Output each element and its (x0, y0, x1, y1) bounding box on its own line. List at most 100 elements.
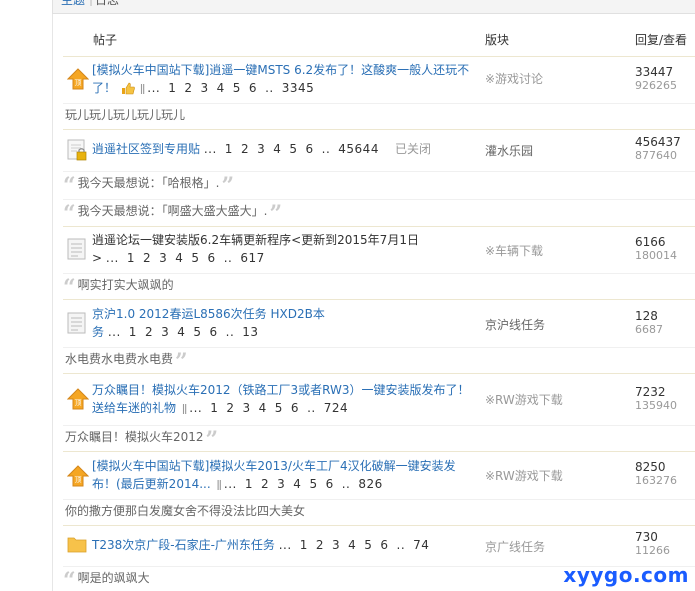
quote-text: 啊实打实大飒飒的 (77, 278, 174, 292)
site-watermark: xyygo.com (563, 563, 689, 587)
page-links-3[interactable]: ... 1 2 3 4 5 6.. 617 (106, 251, 273, 265)
quote-open-icon: “ (63, 173, 76, 199)
thread-forum-7[interactable]: 京广线任务 (485, 538, 545, 555)
thread-forum-2[interactable]: 灌水乐园 (485, 142, 533, 159)
nav-link-topics[interactable]: 主题 (61, 0, 85, 8)
thread-list-header: 帖子 版块 回复/查看 (53, 14, 695, 56)
thread-title-1[interactable]: [模拟火车中国站下载]逍遥一键MSTS 6.2发布了！这酸爽一般人还玩不 了！ … (92, 61, 472, 100)
thread-title-3[interactable]: 逍遥论坛一键安装版6.2车辆更新程序<更新到2015年7月1日 > ... 1 2 3… (92, 231, 472, 267)
quote-text: 万众瞩目！模拟火车2012 (65, 430, 204, 444)
reply-count: 456437 (635, 135, 681, 149)
thread-stats-7: 730 11266 (635, 530, 670, 558)
locked-icon (67, 139, 87, 161)
quote-text: 啊是的飒飒大 (77, 571, 150, 585)
thread-title-4-text2[interactable]: 务 (92, 325, 104, 339)
thread-title-5[interactable]: 万众瞩目！模拟火车2012（铁路工厂3或者RW3）一键安装版发布了！ 送给车迷的… (92, 381, 472, 418)
thread-stats-5: 7232 135940 (635, 385, 677, 413)
thread-forum-1[interactable]: ※游戏讨论 (485, 70, 543, 87)
view-count: 135940 (635, 399, 677, 412)
thread-title-4-text[interactable]: 京沪1.0 2012春运L8586次任务 HXD2B本 (92, 307, 325, 321)
row-divider (63, 373, 695, 374)
latest-reply-quote: “我今天最想说：「啊盛大盛大盛大」.” (63, 199, 695, 225)
view-count: 877640 (635, 149, 677, 162)
page-links-4[interactable]: ... 1 2 3 4 5 6.. 13 (108, 325, 267, 339)
reply-count: 730 (635, 530, 658, 544)
latest-reply-quote: 你的撒方便那白发魔女舍不得没法比四大美女 (63, 499, 695, 521)
nav-link-blog[interactable]: 日志 (95, 0, 119, 8)
view-count: 11266 (635, 544, 670, 557)
quote-text: 水电费水电费水电费 (65, 352, 174, 366)
row-divider (63, 56, 695, 57)
reply-count: 8250 (635, 460, 666, 474)
thread-title-7-text[interactable]: T238次京广段-石家庄-广州东任务 (92, 538, 275, 552)
thread-title-3-text[interactable]: 逍遥论坛一键安装版6.2车辆更新程序<更新到2015年7月1日 (92, 233, 419, 247)
page-links-2[interactable]: ... 1 2 3 4 5 6.. 45644 (204, 142, 387, 156)
quote-text: 玩儿玩儿玩儿玩儿玩儿 (65, 108, 186, 122)
thread-title-2[interactable]: 逍遥社区签到专用贴 ... 1 2 3 4 5 6.. 45644 已关闭 (92, 140, 472, 158)
top-nav-bar: 主题 | 日志 (52, 0, 695, 14)
thread-title-4[interactable]: 京沪1.0 2012春运L8586次任务 HXD2B本 务 ... 1 2 3 4 5 6.… (92, 305, 472, 341)
svg-text:顶: 顶 (75, 399, 82, 407)
thread-title-2-text[interactable]: 逍遥社区签到专用贴 (92, 142, 200, 156)
thread-title-1-text[interactable]: [模拟火车中国站下载]逍遥一键MSTS 6.2发布了！这酸爽一般人还玩不 (92, 63, 469, 77)
reply-count: 7232 (635, 385, 666, 399)
latest-reply-quote: 水电费水电费水电费” (63, 347, 695, 373)
header-forum: 版块 (485, 33, 510, 47)
page-links-5[interactable]: ... 1 2 3 4 5 6.. 724 (189, 401, 356, 415)
closed-label: 已关闭 (394, 142, 431, 156)
quote-open-icon: “ (63, 201, 76, 227)
thread-forum-5[interactable]: ※RW游戏下载 (485, 391, 563, 408)
thread-title-1-text2[interactable]: 了！ (92, 81, 116, 95)
doc-icon (67, 238, 87, 260)
page-links-6[interactable]: ... 1 2 3 4 5 6.. 826 (224, 477, 391, 491)
thread-list: 帖子 版块 回复/查看 顶 [模拟火车中国站下载]逍遥一键MSTS 6.2发布了… (52, 14, 695, 591)
thread-title-3-text2[interactable]: > (92, 251, 102, 265)
header-thread: 帖子 (93, 33, 118, 47)
view-count: 163276 (635, 474, 677, 487)
thread-forum-4[interactable]: 京沪线任务 (485, 316, 545, 333)
top-icon: 顶 (67, 388, 89, 410)
row-divider (63, 299, 695, 300)
nav-separator: | (89, 0, 93, 6)
thread-stats-3: 6166 180014 (635, 235, 677, 263)
view-count: 180014 (635, 249, 677, 262)
thread-title-6[interactable]: [模拟火车中国站下载]模拟火车2013/火车工厂4汉化破解一键安装发 布！(最后… (92, 457, 472, 494)
quote-close-icon: ” (175, 349, 188, 375)
page-links-1[interactable]: ... 1 2 3 4 5 6.. 3345 (147, 81, 322, 95)
view-count: 926265 (635, 79, 677, 92)
latest-reply-quote: “啊实打实大飒飒的 (63, 273, 695, 299)
quote-close-icon: ” (205, 427, 219, 453)
page-links-7[interactable]: ... 1 2 3 4 5 6.. 74 (279, 538, 438, 552)
latest-reply-quote: 万众瞩目！模拟火车2012” (63, 425, 695, 451)
thread-stats-2: 456437 877640 (635, 135, 681, 163)
svg-text:顶: 顶 (75, 79, 82, 87)
svg-text:顶: 顶 (75, 476, 82, 484)
attachment-icon: ǁ (216, 478, 222, 491)
thread-title-5-text[interactable]: 万众瞩目！模拟火车2012（铁路工厂3或者RW3）一键安装版发布了！ (92, 383, 470, 397)
top-icon: 顶 (67, 465, 89, 487)
thread-stats-1: 33447 926265 (635, 65, 677, 93)
quote-text: 我今天最想说：「啊盛大盛大盛大」. (77, 204, 268, 218)
quote-text: 你的撒方便那白发魔女舍不得没法比四大美女 (65, 504, 306, 518)
thread-forum-3[interactable]: ※车辆下载 (485, 242, 543, 259)
thread-title-7[interactable]: T238次京广段-石家庄-广州东任务 ... 1 2 3 4 5 6.. 74 (92, 536, 472, 554)
quote-text: 我今天最想说：「哈根格」. (77, 176, 220, 190)
thread-title-6-text2[interactable]: 布！(最后更新2014... (92, 477, 211, 491)
latest-reply-quote: 玩儿玩儿玩儿玩儿玩儿 (63, 103, 695, 125)
reply-count: 6166 (635, 235, 666, 249)
thread-title-5-text2[interactable]: 送给车迷的礼物 (92, 401, 176, 415)
thread-stats-4: 128 6687 (635, 309, 663, 337)
top-icon: 顶 (67, 68, 89, 90)
thread-title-6-text[interactable]: [模拟火车中国站下载]模拟火车2013/火车工厂4汉化破解一键安装发 (92, 459, 456, 473)
attachment-icon: ǁ (139, 82, 146, 95)
view-count: 6687 (635, 323, 663, 336)
doc-icon (67, 312, 87, 334)
quote-open-icon: “ (63, 275, 76, 301)
header-stats: 回复/查看 (635, 33, 688, 47)
quote-close-icon: ” (221, 173, 235, 199)
reply-count: 33447 (635, 65, 674, 79)
reply-count: 128 (635, 309, 658, 323)
row-divider (63, 451, 695, 452)
thread-forum-6[interactable]: ※RW游戏下载 (485, 467, 563, 484)
row-divider (63, 129, 695, 130)
